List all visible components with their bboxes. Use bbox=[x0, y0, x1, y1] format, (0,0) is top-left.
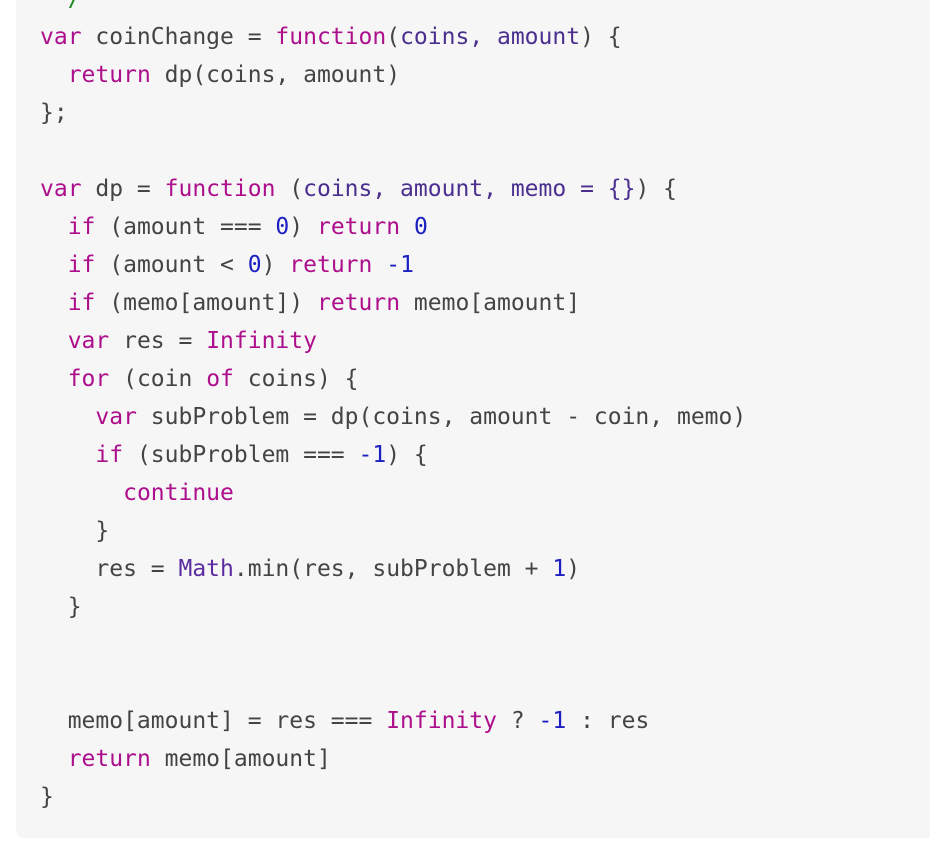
code-token: ) bbox=[261, 252, 290, 278]
code-token: dp = bbox=[81, 176, 165, 202]
code-line: res = Math.min(res, subProblem + 1) bbox=[40, 550, 746, 588]
code-token: if bbox=[67, 252, 96, 278]
code-token: return bbox=[289, 252, 373, 278]
code-token: var bbox=[40, 176, 82, 202]
code-line: }; bbox=[40, 94, 746, 132]
code-token: : res bbox=[566, 708, 650, 734]
code-token: (amount < bbox=[95, 252, 248, 278]
code-token: -1 bbox=[358, 442, 387, 468]
code-token: if bbox=[95, 442, 124, 468]
code-token: dp(coins, amount) bbox=[150, 62, 401, 88]
code-token: coins, amount bbox=[400, 24, 581, 50]
code-token: -1 bbox=[386, 252, 414, 278]
code-token: function bbox=[164, 176, 276, 202]
code-token: memo[amount] bbox=[400, 290, 581, 316]
code-token: if bbox=[67, 290, 96, 316]
code-token: (coin bbox=[109, 366, 207, 392]
code-token: */ bbox=[40, 0, 82, 12]
code-token: ) { bbox=[580, 24, 622, 50]
code-token: Math bbox=[178, 556, 234, 582]
code-token: 1 bbox=[552, 556, 567, 582]
code-token: ? bbox=[496, 708, 539, 734]
code-line: var subProblem = dp(coins, amount - coin… bbox=[40, 398, 746, 436]
code-token: return bbox=[316, 290, 401, 316]
code-block: */var coinChange = function(coins, amoun… bbox=[16, 0, 930, 838]
code-token: 0 bbox=[413, 214, 428, 240]
code-token: (memo[amount]) bbox=[95, 290, 317, 316]
code-token: ) bbox=[289, 214, 317, 240]
code-token: if bbox=[67, 214, 96, 240]
code-token: for bbox=[67, 366, 110, 392]
code-token: coinChange = bbox=[81, 24, 276, 50]
code-line: if (subProblem === -1) { bbox=[40, 436, 746, 474]
code-line: var coinChange = function(coins, amount)… bbox=[40, 18, 746, 56]
code-line: } bbox=[40, 778, 746, 816]
code-token: ) { bbox=[635, 176, 678, 202]
code-token: Infinity bbox=[206, 328, 317, 354]
code-token: var bbox=[67, 328, 110, 354]
code-token: ) { bbox=[386, 442, 428, 468]
code-token: of bbox=[206, 366, 234, 392]
code-line: return dp(coins, amount) bbox=[40, 56, 746, 94]
code-token: coins, amount, memo = {} bbox=[303, 176, 636, 202]
code-token: ( bbox=[386, 24, 401, 50]
code-line: for (coin of coins) { bbox=[40, 360, 746, 398]
code-token: } bbox=[40, 784, 54, 810]
code-token: }; bbox=[40, 100, 68, 126]
code-token: memo[amount] bbox=[150, 746, 331, 772]
code-token: res = bbox=[109, 328, 207, 354]
code-token: 0 bbox=[247, 252, 262, 278]
code-token: return bbox=[67, 62, 151, 88]
code-token: var bbox=[95, 404, 137, 430]
code-line: var dp = function (coins, amount, memo =… bbox=[40, 170, 746, 208]
code-line: if (memo[amount]) return memo[amount] bbox=[40, 284, 746, 322]
code-token: (subProblem === bbox=[123, 442, 359, 468]
code-token: } bbox=[40, 594, 82, 620]
code-line: } bbox=[40, 588, 746, 626]
code-token: -1 bbox=[538, 708, 567, 734]
code-line: */ bbox=[40, 0, 746, 18]
code-token: coins) { bbox=[233, 366, 359, 392]
code-line: if (amount === 0) return 0 bbox=[40, 208, 746, 246]
code-token: var bbox=[40, 24, 82, 50]
code-token: } bbox=[40, 518, 110, 544]
code-token: return bbox=[316, 214, 401, 240]
code-line: return memo[amount] bbox=[40, 740, 746, 778]
code-line: } bbox=[40, 512, 746, 550]
code-token: ( bbox=[275, 176, 304, 202]
code-token: Infinity bbox=[386, 708, 497, 734]
code-token: return bbox=[67, 746, 151, 772]
code-token: function bbox=[275, 24, 387, 50]
code-token: 0 bbox=[275, 214, 290, 240]
code-token: res = bbox=[40, 556, 179, 582]
code-token: memo[amount] = res === bbox=[40, 708, 387, 734]
code-content: */var coinChange = function(coins, amoun… bbox=[40, 0, 746, 816]
code-token: continue bbox=[123, 480, 234, 506]
code-token: ) bbox=[566, 556, 581, 582]
code-token: .min(res, subProblem + bbox=[233, 556, 553, 582]
code-line: continue bbox=[40, 474, 746, 512]
code-line: if (amount < 0) return -1 bbox=[40, 246, 746, 284]
code-line: memo[amount] = res === Infinity ? -1 : r… bbox=[40, 702, 746, 740]
code-line: var res = Infinity bbox=[40, 322, 746, 360]
code-token: (amount === bbox=[95, 214, 276, 240]
code-token: subProblem = dp(coins, amount - coin, me… bbox=[136, 404, 747, 430]
